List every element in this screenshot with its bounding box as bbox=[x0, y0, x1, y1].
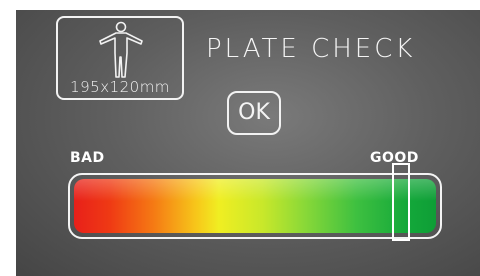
human-figure-icon bbox=[99, 21, 143, 78]
quality-meter-shine bbox=[74, 179, 436, 201]
quality-meter-indicator bbox=[392, 163, 411, 241]
plate-dimensions-label: 195x120mm bbox=[70, 78, 170, 96]
page-title: PLATE CHECK bbox=[206, 34, 416, 64]
plate-check-screen: 195x120mm PLATE CHECK OK BAD GOOD bbox=[16, 10, 480, 276]
plate-size-panel: 195x120mm bbox=[56, 16, 184, 100]
meter-label-bad: BAD bbox=[70, 150, 105, 166]
quality-meter bbox=[68, 173, 442, 239]
ok-button[interactable]: OK bbox=[227, 91, 281, 135]
